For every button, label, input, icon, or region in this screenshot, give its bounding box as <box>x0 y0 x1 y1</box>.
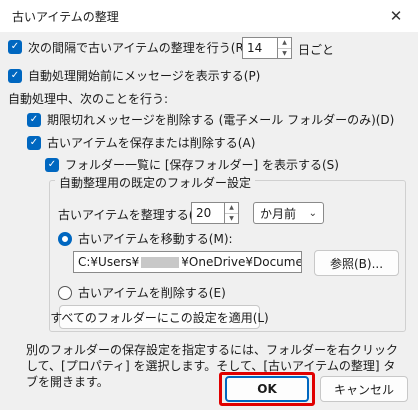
older-than-value[interactable]: 20 <box>191 202 225 224</box>
title-bar: 古いアイテムの整理 ✕ <box>0 0 418 32</box>
prompt-checkbox-row[interactable]: ✓ 自動処理開始前にメッセージを表示する(P) <box>8 67 260 84</box>
archive-path-field[interactable]: C:¥Users¥ ¥OneDrive¥Documer <box>73 251 302 273</box>
close-button[interactable]: ✕ <box>374 0 418 32</box>
show-folder-label: フォルダー一覧に [保存フォルダー] を表示する(S) <box>65 158 339 172</box>
delete-expired-label: 期限切れメッセージを削除する (電子メール フォルダーのみ)(D) <box>47 113 395 127</box>
checkmark-icon[interactable]: ✓ <box>8 40 22 54</box>
checkmark-icon[interactable]: ✓ <box>27 135 41 150</box>
checkmark-icon[interactable]: ✓ <box>8 68 22 83</box>
spin-down-icon[interactable]: ▼ <box>278 48 291 59</box>
show-folder-checkbox-row[interactable]: ✓ フォルダー一覧に [保存フォルダー] を表示する(S) <box>45 156 339 173</box>
interval-unit: 日ごと <box>298 43 335 57</box>
interval-stepper[interactable]: 14 ▲ ▼ <box>242 37 292 59</box>
period-value: か月前 <box>260 206 297 221</box>
close-icon: ✕ <box>389 7 403 25</box>
move-radio-row[interactable]: 古いアイテムを移動する(M): <box>58 230 233 247</box>
window-title: 古いアイテムの整理 <box>12 10 119 24</box>
delete-radio-row[interactable]: 古いアイテムを削除する(E) <box>58 284 226 301</box>
group-title: 自動整理用の既定のフォルダー設定 <box>55 174 256 191</box>
checkmark-icon[interactable]: ✓ <box>27 112 41 127</box>
spin-up-icon[interactable]: ▲ <box>278 38 291 48</box>
radio-unselected-icon[interactable] <box>58 285 72 300</box>
browse-button[interactable]: 参照(B)... <box>314 250 399 276</box>
delete-radio-label: 古いアイテムを削除する(E) <box>78 286 226 300</box>
cancel-button[interactable]: キャンセル <box>320 376 408 402</box>
prompt-checkbox-label: 自動処理開始前にメッセージを表示する(P) <box>28 69 261 83</box>
apply-all-button[interactable]: すべてのフォルダーにこの設定を適用(L) <box>50 305 269 329</box>
ok-button[interactable]: OK <box>225 376 309 402</box>
checkmark-icon[interactable]: ✓ <box>45 157 59 172</box>
interval-value[interactable]: 14 <box>242 37 278 59</box>
interval-checkbox-label: 次の間隔で古いアイテムの整理を行う(R): <box>28 40 253 55</box>
radio-selected-icon[interactable] <box>58 231 72 246</box>
redacted-username <box>141 257 180 268</box>
archive-checkbox-row[interactable]: ✓ 古いアイテムを保存または削除する(A) <box>27 134 255 151</box>
spin-up-icon[interactable]: ▲ <box>225 203 238 213</box>
delete-expired-checkbox-row[interactable]: ✓ 期限切れメッセージを削除する (電子メール フォルダーのみ)(D) <box>27 111 394 128</box>
older-than-stepper[interactable]: 20 ▲ ▼ <box>191 202 239 224</box>
period-select[interactable]: か月前 ⌄ <box>253 202 324 224</box>
dialog-window: 古いアイテムの整理 ✕ ✓ 次の間隔で古いアイテムの整理を行う(R): 14 ▲… <box>0 0 418 410</box>
interval-checkbox-row[interactable]: ✓ 次の間隔で古いアイテムの整理を行う(R): <box>8 40 253 55</box>
spin-down-icon[interactable]: ▼ <box>225 213 238 224</box>
section-label: 自動処理中、次のことを行う: <box>8 92 169 106</box>
move-radio-label: 古いアイテムを移動する(M): <box>78 232 233 246</box>
older-than-label: 古いアイテムを整理する(C) <box>58 208 207 222</box>
chevron-down-icon: ⌄ <box>308 207 317 219</box>
archive-checkbox-label: 古いアイテムを保存または削除する(A) <box>47 136 256 150</box>
